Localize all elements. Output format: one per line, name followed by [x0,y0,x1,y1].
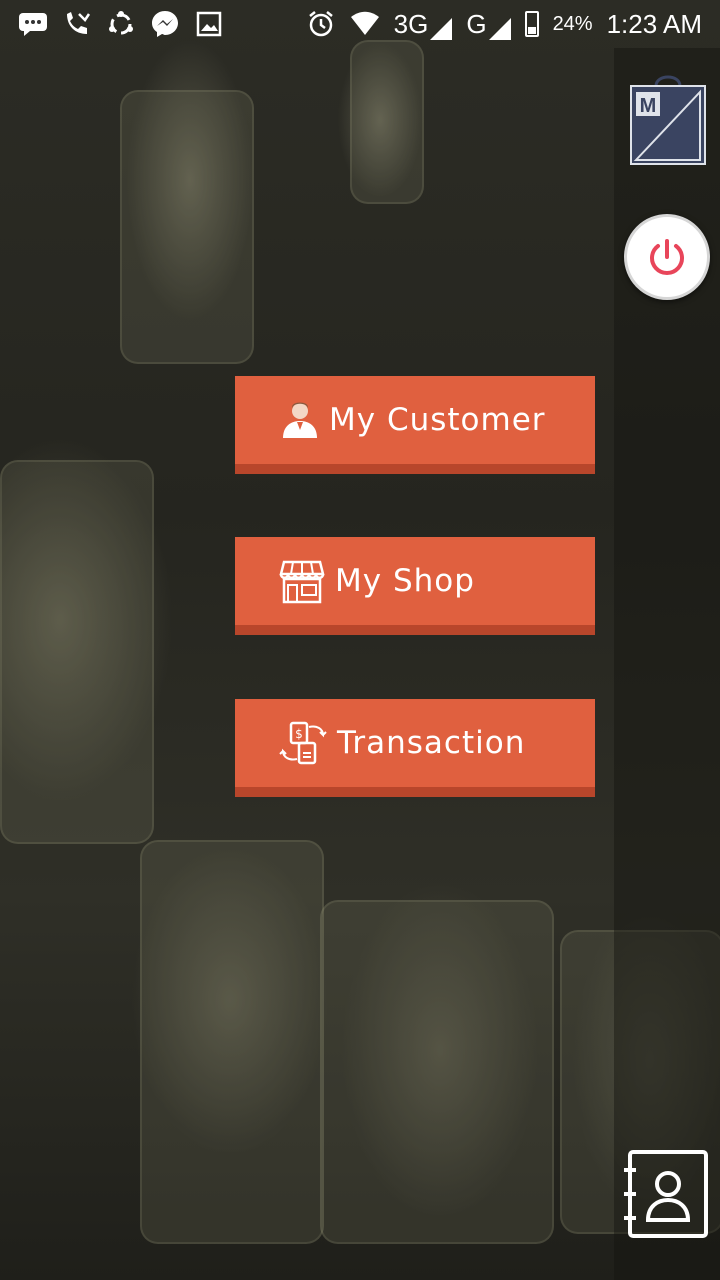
power-icon [650,239,684,275]
signal-icon [488,17,511,40]
my-shop-button[interactable]: My Shop [235,537,595,635]
transaction-button[interactable]: $ Transaction [235,699,595,797]
clock: 1:23 AM [606,8,702,39]
contact-book-icon[interactable] [622,1148,710,1240]
my-shop-label: My Shop [335,563,475,599]
wifi-icon [350,10,380,38]
missed-call-icon [62,10,92,38]
shop-bag-logo-icon[interactable]: M [628,72,708,168]
background-photo [0,0,720,1280]
transaction-exchange-icon: $ [279,719,327,767]
message-icon [18,10,48,38]
battery-percent: 24% [552,12,593,35]
alarm-icon [306,10,336,38]
customer-person-icon [281,400,319,440]
image-icon [194,10,224,38]
messenger-icon [150,10,180,38]
network-g-label: G [466,8,487,39]
status-bar: 3G G 24% 1:23 AM [0,0,720,48]
transaction-label: Transaction [337,725,526,761]
sync-icon [106,10,136,38]
my-customer-label: My Customer [329,402,546,438]
svg-text:$: $ [295,727,303,741]
network-3g-label: 3G [393,8,429,39]
signal-icon [430,17,453,40]
my-customer-button[interactable]: My Customer [235,376,595,474]
logo-letter: M [640,95,657,117]
power-button[interactable] [624,214,710,300]
shop-storefront-icon [279,558,325,604]
battery-icon [524,11,539,37]
